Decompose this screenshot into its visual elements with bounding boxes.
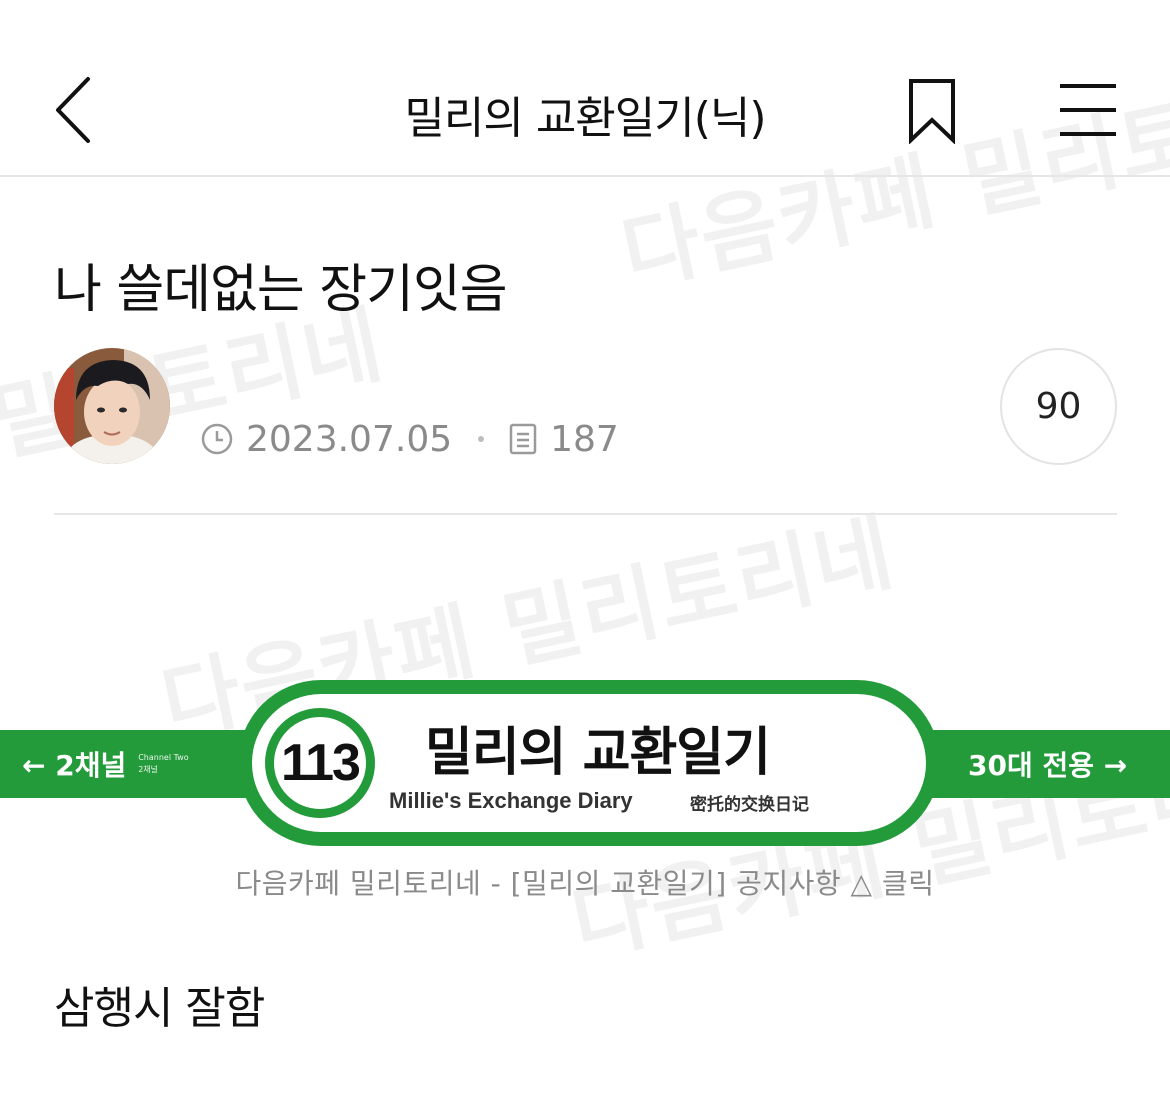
post-title: 나 쓸데없는 장기잇음 — [54, 260, 508, 320]
profile-photo — [54, 348, 170, 464]
banner-subtitle-en: Millie's Exchange Diary — [389, 788, 633, 813]
menu-button[interactable] — [1058, 82, 1120, 138]
line-number-badge: 113 — [265, 708, 375, 818]
top-bar: 밀리의 교환일기(닉) — [0, 0, 1170, 177]
page-title: 밀리의 교환일기(닉) — [404, 93, 766, 144]
bookmark-button[interactable] — [905, 78, 961, 145]
hamburger-menu-icon — [1060, 84, 1116, 136]
meta-separator — [478, 436, 485, 442]
document-icon — [508, 423, 538, 455]
divider — [54, 513, 1117, 515]
avatar[interactable] — [54, 348, 170, 464]
banner-left-label: ← 2채널 Channel Two 2채널 — [22, 744, 189, 784]
left-small-line-1: Channel Two — [138, 753, 189, 762]
post-body-text: 삼행시 잘함 — [54, 983, 265, 1034]
left-small-text: Channel Two 2채널 — [138, 752, 188, 776]
bookmark-icon — [909, 79, 955, 145]
left-direction-text: ← 2채널 — [22, 749, 127, 782]
banner-caption[interactable]: 다음카페 밀리토리네 - [밀리의 교환일기] 공지사항 △ 클릭 — [0, 862, 1170, 902]
banner-title: 밀리의 교환일기 — [425, 723, 771, 783]
banner-subtitle-cn: 密托的交换日记 — [690, 795, 809, 815]
comment-count-button[interactable]: 90 — [1000, 348, 1117, 465]
notice-banner[interactable]: 113 밀리의 교환일기 Millie's Exchange Diary 密托的… — [0, 680, 1170, 850]
clock-icon — [200, 422, 234, 456]
banner-right-label: 30대 전용 → — [968, 749, 1128, 782]
post-date: 2023.07.05 — [246, 418, 453, 460]
left-small-line-2: 2채널 — [138, 765, 159, 774]
view-count: 187 — [550, 418, 619, 460]
post-meta: 2023.07.05 187 — [200, 418, 619, 460]
